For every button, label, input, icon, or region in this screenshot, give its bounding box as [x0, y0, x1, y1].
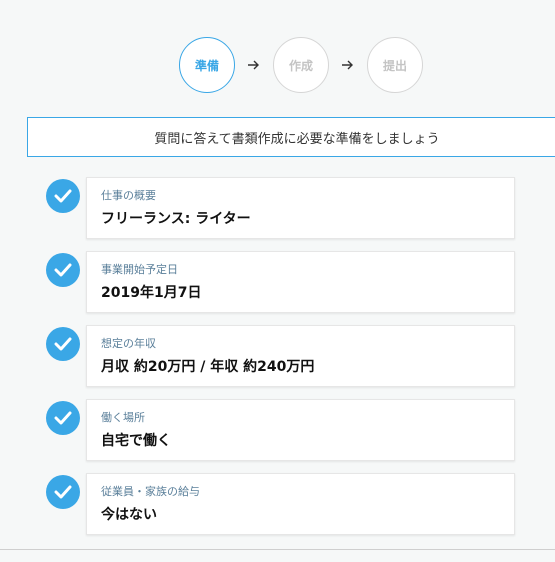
divider: [0, 549, 555, 550]
check-circle-icon: [46, 475, 80, 509]
answer-card-start-date[interactable]: 事業開始予定日 2019年1月7日: [86, 251, 515, 313]
step-label: 提出: [382, 58, 407, 73]
arrow-right-icon: [329, 60, 367, 70]
card-label: 働く場所: [101, 411, 145, 424]
instruction-text: 質問に答えて書類作成に必要な準備をしましょう: [154, 131, 440, 147]
step-submit[interactable]: 提出: [367, 37, 423, 93]
answer-card-income[interactable]: 想定の年収 月収 約20万円 / 年収 約240万円: [86, 325, 515, 387]
card-label: 想定の年収: [101, 337, 156, 350]
check-circle-icon: [46, 327, 80, 361]
progress-stepper: 準備 作成 提出: [179, 37, 423, 93]
check-circle-icon: [46, 179, 80, 213]
check-circle-icon: [46, 401, 80, 435]
card-label: 事業開始予定日: [101, 263, 178, 276]
card-label: 従業員・家族の給与: [101, 485, 200, 498]
answer-card-workplace[interactable]: 働く場所 自宅で働く: [86, 399, 515, 461]
page: 準備 作成 提出 質問に答えて書類作成に必要な準備をしましょう 仕事の概要 フリ…: [0, 0, 555, 562]
step-prepare[interactable]: 準備: [179, 37, 235, 93]
instruction-banner: 質問に答えて書類作成に必要な準備をしましょう: [27, 117, 555, 157]
card-value: 月収 約20万円 / 年収 約240万円: [101, 359, 315, 375]
check-circle-icon: [46, 253, 80, 287]
arrow-right-icon: [235, 60, 273, 70]
step-create[interactable]: 作成: [273, 37, 329, 93]
step-label: 準備: [194, 58, 219, 73]
step-label: 作成: [288, 58, 313, 73]
card-value: 自宅で働く: [101, 433, 171, 449]
answer-card-work-summary[interactable]: 仕事の概要 フリーランス: ライター: [86, 177, 515, 239]
card-label: 仕事の概要: [101, 189, 156, 202]
card-value: 2019年1月7日: [101, 285, 202, 301]
card-value: 今はない: [101, 507, 157, 523]
card-value: フリーランス: ライター: [101, 211, 251, 227]
answer-card-salaries[interactable]: 従業員・家族の給与 今はない: [86, 473, 515, 535]
